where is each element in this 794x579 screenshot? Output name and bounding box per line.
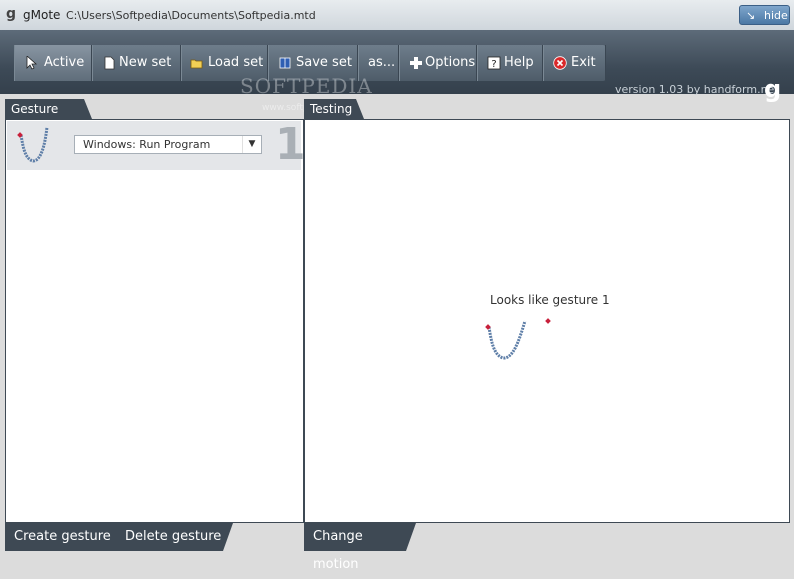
- help-label: Help: [504, 55, 534, 70]
- arrow-down-right-icon: ↘: [746, 9, 756, 22]
- help-icon: ?: [487, 56, 501, 70]
- hide-button[interactable]: ↘ hide: [739, 5, 790, 25]
- hide-label: hide: [764, 9, 788, 22]
- tab-testing: Testing: [304, 99, 364, 119]
- chevron-down-icon[interactable]: ▼: [242, 136, 261, 153]
- file-path: C:\Users\Softpedia\Documents\Softpedia.m…: [66, 9, 316, 22]
- document-icon: [104, 56, 115, 70]
- options-label: Options: [425, 55, 476, 70]
- exit-icon: [553, 56, 567, 70]
- create-gesture-button[interactable]: Create gesture: [14, 523, 111, 551]
- app-name: gMote: [23, 8, 61, 22]
- change-motion-button[interactable]: Change motion: [313, 523, 406, 579]
- watermark: SOFTPEDIA: [240, 74, 373, 98]
- testing-tab-label: Testing: [310, 102, 353, 116]
- gesture-set-bottom-bar: Create gesture Delete gesture: [5, 523, 233, 551]
- help-button[interactable]: ? Help: [477, 45, 543, 81]
- testing-message: Looks like gesture 1: [490, 293, 610, 307]
- new-set-button[interactable]: New set: [92, 45, 181, 81]
- action-select-value: Windows: Run Program: [83, 138, 211, 151]
- action-select[interactable]: Windows: Run Program ▼: [74, 135, 262, 154]
- exit-button[interactable]: Exit: [543, 45, 606, 81]
- cursor-icon: [26, 56, 38, 70]
- gesture-set-panel: Windows: Run Program ▼ 1: [5, 119, 306, 523]
- active-button[interactable]: Active: [14, 45, 92, 81]
- delete-gesture-button[interactable]: Delete gesture: [125, 523, 221, 551]
- gesture-row[interactable]: Windows: Run Program ▼ 1: [7, 119, 306, 170]
- plus-icon: [410, 57, 422, 69]
- testing-panel[interactable]: Looks like gesture 1: [304, 119, 790, 523]
- active-label: Active: [44, 55, 85, 70]
- folder-open-icon: [190, 59, 203, 69]
- gesture-thumbnail-icon: [17, 126, 49, 163]
- gesture-number: 1: [275, 119, 306, 170]
- test-gesture-drawing: [485, 318, 551, 360]
- title-bar: g gMote C:\Users\Softpedia\Documents\Sof…: [0, 0, 794, 31]
- book-icon: [279, 57, 291, 69]
- new-set-label: New set: [119, 55, 172, 70]
- options-button[interactable]: Options: [399, 45, 477, 81]
- exit-label: Exit: [571, 55, 596, 70]
- toolbar: Active New set Load set Save set as... O…: [0, 30, 794, 113]
- svg-text:?: ?: [491, 59, 496, 70]
- app-logo-icon: g: [6, 6, 17, 22]
- version-text: version 1.03 by handform.net: [615, 83, 779, 96]
- tab-gesture-set: Gesture set: [5, 99, 92, 136]
- handform-logo-icon: g: [764, 75, 782, 103]
- testing-bottom-bar: Change motion: [304, 523, 416, 572]
